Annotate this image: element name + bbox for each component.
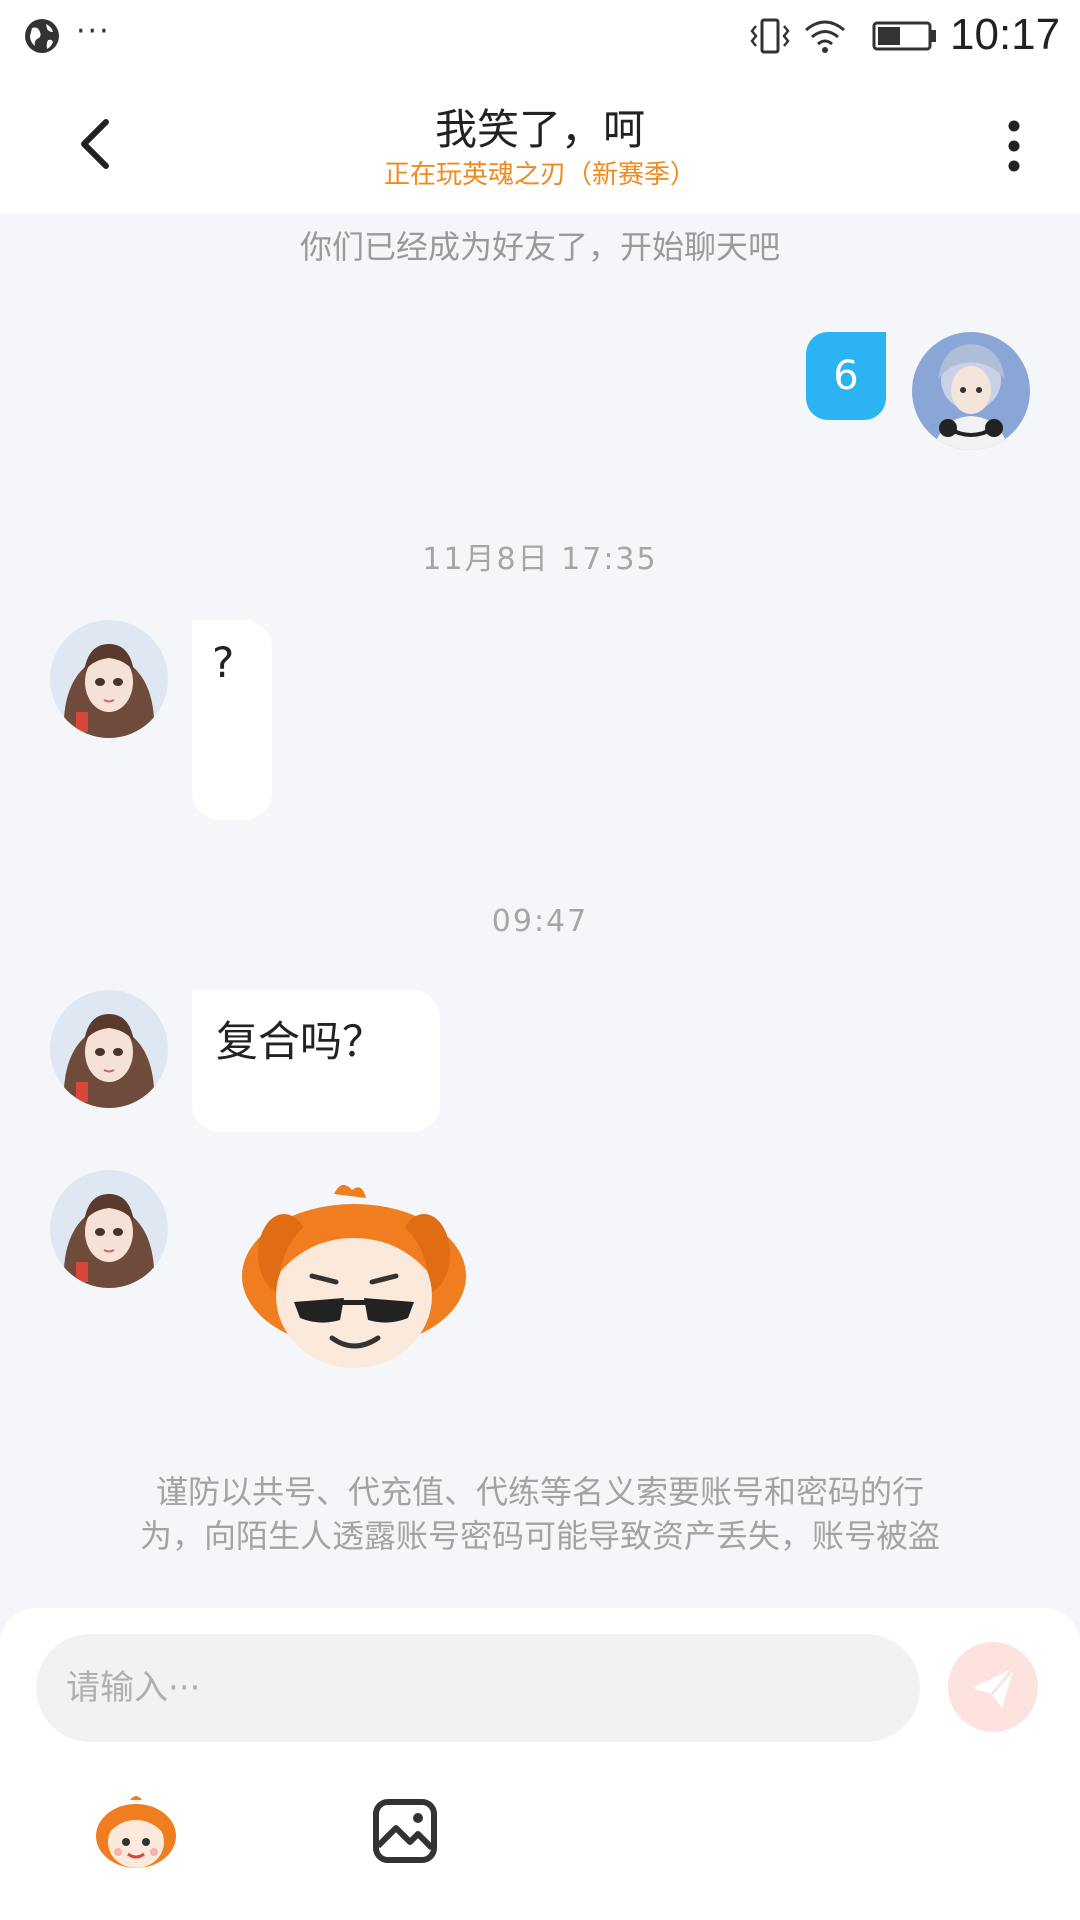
paper-plane-icon	[972, 1667, 1016, 1708]
contact-status: 正在玩英魂之刃（新赛季）	[383, 160, 696, 190]
contact-avatar[interactable]	[50, 620, 168, 738]
chat-header: 我笑了，呵 正在玩英魂之刃（新赛季）	[0, 72, 1080, 214]
warning-line-1: 谨防以共号、代充值、代练等名义索要账号和密码的行	[155, 1473, 924, 1511]
status-bar: ··· 10:17	[0, 0, 1080, 72]
my-avatar[interactable]	[912, 332, 1030, 450]
contact-message-bubble[interactable]: ?	[192, 620, 272, 820]
more-vertical-icon[interactable]	[994, 116, 1034, 176]
message-input[interactable]	[36, 1634, 920, 1742]
my-message-bubble[interactable]: 6	[806, 332, 886, 420]
timestamp: 09:47	[491, 904, 589, 939]
warning-line-2: 为，向陌生人透露账号密码可能导致资产丢失，账号被盗	[139, 1517, 940, 1555]
input-panel	[0, 1608, 1080, 1920]
send-button[interactable]	[948, 1642, 1038, 1732]
status-more-dots: ···	[76, 14, 111, 49]
contact-message-bubble[interactable]: 复合吗？	[192, 990, 440, 1132]
contact-name: 我笑了，呵	[434, 105, 645, 154]
globe-icon	[25, 19, 59, 53]
image-icon[interactable]	[372, 1798, 438, 1864]
security-warning: 谨防以共号、代充值、代练等名义索要账号和密码的行 为，向陌生人透露账号密码可能导…	[60, 1470, 1020, 1558]
contact-avatar[interactable]	[50, 1170, 168, 1288]
timestamp: 11月8日 17:35	[422, 542, 658, 577]
contact-avatar[interactable]	[50, 990, 168, 1108]
vibrate-icon	[750, 18, 790, 54]
system-message: 你们已经成为好友了，开始聊天吧	[299, 228, 780, 266]
battery-icon	[872, 21, 936, 51]
sunglasses-mascot-sticker[interactable]	[232, 1176, 482, 1376]
emoji-mascot-icon[interactable]	[92, 1792, 180, 1872]
status-time: 10:17	[950, 10, 1061, 59]
wifi-icon	[805, 20, 845, 53]
